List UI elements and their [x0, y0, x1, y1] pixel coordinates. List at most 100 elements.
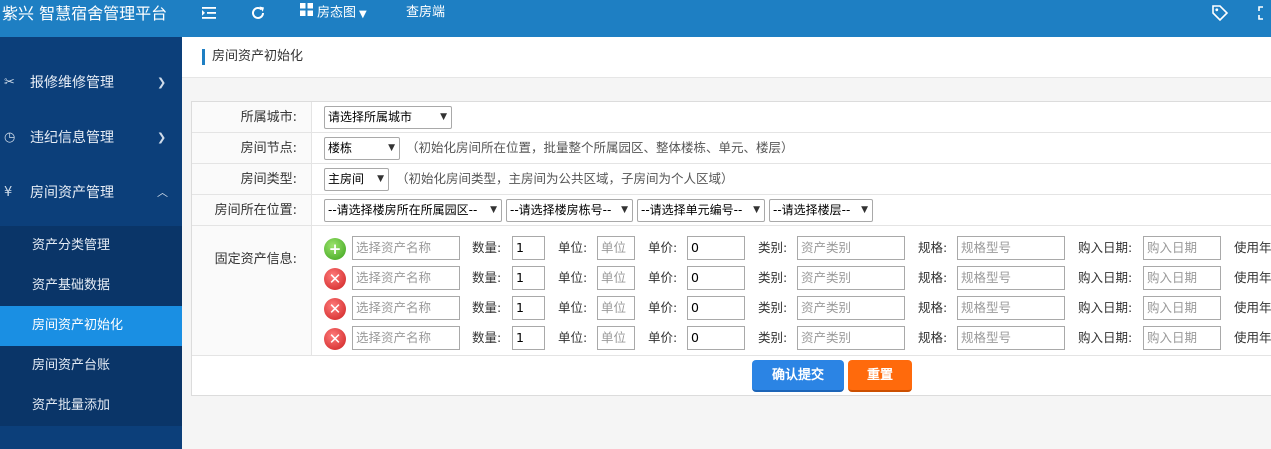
- unit-label: 单位:: [558, 240, 588, 255]
- sidebar-item-room-asset-init[interactable]: 房间资产初始化: [0, 306, 182, 346]
- unit-label: 单位:: [558, 330, 588, 345]
- building-select[interactable]: --请选择楼房栋号-- ▼: [506, 199, 633, 222]
- qty-label: 数量:: [472, 300, 502, 315]
- tag-icon[interactable]: [1211, 4, 1229, 32]
- nav-fangtai-label: 房态图: [317, 5, 357, 21]
- city-select[interactable]: 请选择所属城市 ▼: [324, 106, 452, 129]
- unit-input[interactable]: 单位: [597, 236, 635, 260]
- delete-circle-icon[interactable]: ✕: [324, 328, 346, 350]
- date-input[interactable]: 购入日期: [1143, 326, 1221, 350]
- price-label: 单价:: [648, 240, 678, 255]
- asset-row: ✕ 选择资产名称 数量: 1 单位: 单位 单价: 0 类别: 资产类别 规格:…: [322, 266, 1271, 292]
- unit-input[interactable]: 单位: [597, 266, 635, 290]
- sidebar-group-violation[interactable]: ◷ 违纪信息管理 ❯: [0, 111, 182, 165]
- sidebar-item-asset-category[interactable]: 资产分类管理: [0, 226, 182, 266]
- spec-input[interactable]: 规格型号: [957, 326, 1065, 350]
- asset-name-input[interactable]: 选择资产名称: [352, 266, 460, 290]
- breadcrumb-marker: [202, 49, 205, 65]
- asset-name-input[interactable]: 选择资产名称: [352, 236, 460, 260]
- qty-input[interactable]: 1: [512, 266, 545, 290]
- category-label: 类别:: [758, 330, 788, 345]
- chevron-up-icon: ︿: [157, 186, 168, 199]
- asset-init-form: 所属城市: 请选择所属城市 ▼ 房间节点: 楼栋 ▼ （初始化房间所在位置，批量整个…: [191, 101, 1271, 396]
- chevron-down-icon: ❯: [157, 76, 167, 89]
- menu-indent-icon[interactable]: [200, 4, 218, 32]
- category-input[interactable]: 资产类别: [797, 296, 905, 320]
- city-select-value: 请选择所属城市: [328, 110, 413, 124]
- park-select[interactable]: --请选择楼房所在所属园区-- ▼: [324, 199, 502, 222]
- sidebar-item-room-asset-ledger[interactable]: 房间资产台账: [0, 346, 182, 386]
- city-label: 所属城市:: [192, 102, 312, 132]
- floor-select[interactable]: --请选择楼层-- ▼: [769, 199, 873, 222]
- type-select[interactable]: 主房间 ▼: [324, 168, 389, 191]
- use-year-label: 使用年: [1234, 330, 1271, 345]
- category-input[interactable]: 资产类别: [797, 266, 905, 290]
- price-input[interactable]: 0: [687, 296, 745, 320]
- date-label: 购入日期:: [1078, 330, 1133, 345]
- use-year-label: 使用年: [1234, 270, 1271, 285]
- add-circle-icon[interactable]: +: [324, 238, 346, 260]
- date-input[interactable]: 购入日期: [1143, 236, 1221, 260]
- unit-select[interactable]: --请选择单元编号-- ▼: [637, 199, 765, 222]
- node-label: 房间节点:: [192, 133, 312, 163]
- breadcrumb-bar: 房间资产初始化: [182, 37, 1271, 78]
- qty-label: 数量:: [472, 330, 502, 345]
- floor-select-value: --请选择楼层--: [773, 203, 851, 217]
- nav-chafang[interactable]: 查房端: [406, 0, 445, 28]
- form-row-assets: 固定资产信息: + 选择资产名称 数量: 1 单位: 单位 单价: 0 类别: …: [192, 226, 1271, 356]
- nav-fangtai[interactable]: 房态图 ▼: [300, 0, 367, 28]
- unit-input[interactable]: 单位: [597, 326, 635, 350]
- qty-label: 数量:: [472, 270, 502, 285]
- chevron-down-icon: ▼: [621, 205, 628, 215]
- unit-input[interactable]: 单位: [597, 296, 635, 320]
- qty-input[interactable]: 1: [512, 236, 545, 260]
- category-label: 类别:: [758, 270, 788, 285]
- spec-label: 规格:: [918, 300, 948, 315]
- refresh-icon[interactable]: [249, 4, 267, 32]
- chevron-down-icon: ▼: [753, 205, 760, 215]
- price-label: 单价:: [648, 300, 678, 315]
- price-input[interactable]: 0: [687, 266, 745, 290]
- asset-row: ✕ 选择资产名称 数量: 1 单位: 单位 单价: 0 类别: 资产类别 规格:…: [322, 296, 1271, 322]
- asset-name-input[interactable]: 选择资产名称: [352, 326, 460, 350]
- spec-label: 规格:: [918, 330, 948, 345]
- date-input[interactable]: 购入日期: [1143, 296, 1221, 320]
- clock-icon: ◷: [4, 130, 16, 145]
- spec-input[interactable]: 规格型号: [957, 266, 1065, 290]
- sidebar-group-room-assets[interactable]: ¥ 房间资产管理 ︿: [0, 166, 182, 220]
- price-input[interactable]: 0: [687, 326, 745, 350]
- category-input[interactable]: 资产类别: [797, 326, 905, 350]
- qty-input[interactable]: 1: [512, 326, 545, 350]
- building-select-value: --请选择楼房栋号--: [510, 203, 612, 217]
- sidebar-group-label: 房间资产管理: [30, 185, 114, 201]
- qty-input[interactable]: 1: [512, 296, 545, 320]
- spec-label: 规格:: [918, 270, 948, 285]
- category-input[interactable]: 资产类别: [797, 236, 905, 260]
- submit-button[interactable]: 确认提交: [752, 360, 844, 392]
- price-input[interactable]: 0: [687, 236, 745, 260]
- sidebar-group-repair[interactable]: ✂ 报修维修管理 ❯: [0, 56, 182, 110]
- spec-input[interactable]: 规格型号: [957, 296, 1065, 320]
- node-select[interactable]: 楼栋 ▼: [324, 137, 400, 160]
- date-label: 购入日期:: [1078, 270, 1133, 285]
- date-input[interactable]: 购入日期: [1143, 266, 1221, 290]
- qty-label: 数量:: [472, 240, 502, 255]
- fullscreen-icon[interactable]: [1258, 4, 1271, 32]
- asset-row: ✕ 选择资产名称 数量: 1 单位: 单位 单价: 0 类别: 资产类别 规格:…: [322, 326, 1271, 352]
- use-year-label: 使用年: [1234, 240, 1271, 255]
- type-select-value: 主房间: [328, 172, 365, 186]
- breadcrumb: 房间资产初始化: [212, 49, 304, 64]
- delete-circle-icon[interactable]: ✕: [324, 268, 346, 290]
- sidebar-item-asset-base-data[interactable]: 资产基础数据: [0, 266, 182, 306]
- type-hint: （初始化房间类型，主房间为公共区域，子房间为个人区域）: [396, 171, 734, 186]
- asset-name-input[interactable]: 选择资产名称: [352, 296, 460, 320]
- delete-circle-icon[interactable]: ✕: [324, 298, 346, 320]
- spec-input[interactable]: 规格型号: [957, 236, 1065, 260]
- spec-label: 规格:: [918, 240, 948, 255]
- sidebar: ✂ 报修维修管理 ❯ ◷ 违纪信息管理 ❯ ¥ 房间资产管理 ︿ 资产分类管理 …: [0, 37, 182, 449]
- sidebar-item-asset-batch-add[interactable]: 资产批量添加: [0, 386, 182, 426]
- chevron-down-icon: ▼: [377, 174, 384, 184]
- node-select-value: 楼栋: [328, 141, 353, 155]
- date-label: 购入日期:: [1078, 300, 1133, 315]
- reset-button[interactable]: 重置: [848, 360, 912, 392]
